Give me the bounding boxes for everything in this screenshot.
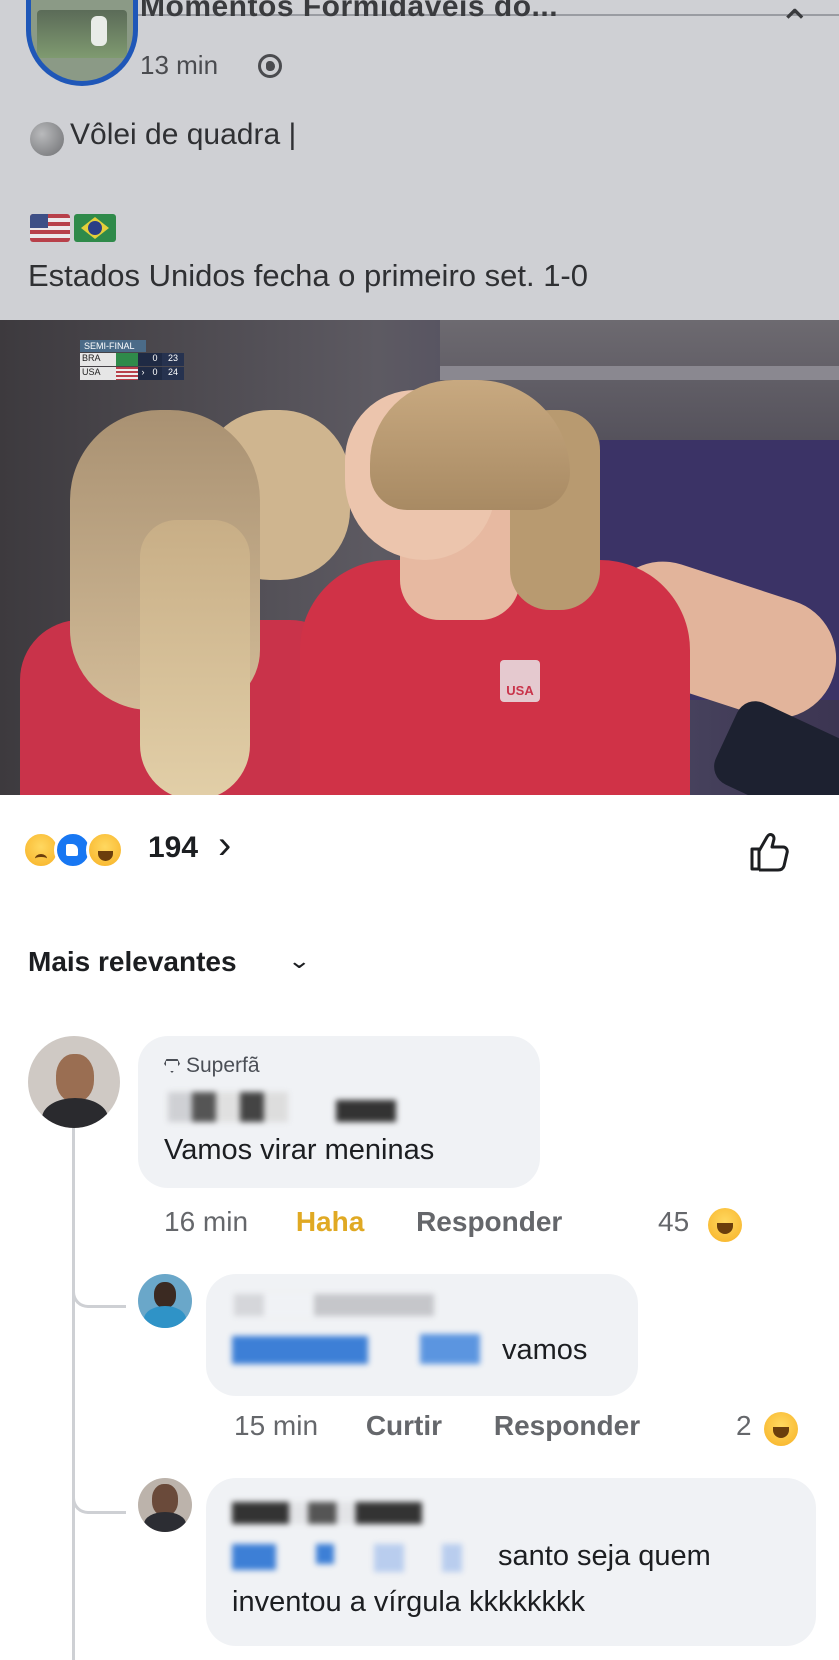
comment-actions: 16 min Haha Responder [164,1206,562,1238]
post-video[interactable]: USA SEMI-FINAL BRA 0 23 USA › 0 24 [0,320,839,795]
post-header: Momentos Formidáveis do... ⌃ 13 min Vôle… [0,0,839,320]
haha-reaction-button[interactable]: Haha [296,1206,364,1237]
comment-reaction-count[interactable]: 45 [658,1206,689,1238]
comment-text-line2: inventou a vírgula kkkkkkkk [232,1586,585,1618]
scoreboard-row: USA › 0 24 [80,367,184,380]
jersey-flag-patch: USA [500,660,540,702]
like-comment-button[interactable]: Curtir [366,1410,442,1441]
avatar[interactable] [28,1036,120,1128]
haha-icon [764,1412,798,1446]
avatar[interactable] [138,1478,192,1532]
brazil-flag-icon [116,353,138,366]
chevron-right-icon[interactable]: › [218,825,231,865]
reply-connector [72,1278,126,1308]
comment-time: 16 min [164,1206,249,1237]
post-text-line1: Vôlei de quadra | [70,118,297,151]
reactions-bar: 194 › [0,795,839,915]
page-avatar[interactable] [26,0,138,86]
close-icon[interactable]: ⌃ [778,5,812,45]
reply-button[interactable]: Responder [494,1410,640,1441]
comment-bubble[interactable]: santo seja quem inventou a vírgula kkkkk… [206,1478,816,1646]
comment-bubble[interactable]: Superfã Vamos virar meninas [138,1036,540,1188]
haha-icon [708,1208,742,1242]
diamond-icon [164,1059,180,1073]
blurred-name [234,1294,434,1316]
avatar[interactable] [138,1274,192,1328]
comment-actions: 15 min Curtir Responder [234,1410,640,1442]
chevron-down-icon[interactable]: ⌄ [287,948,311,974]
reaction-count[interactable]: 194 [148,831,198,865]
us-flag-icon [116,367,138,380]
post-text-line2: Estados Unidos fecha o primeiro set. 1-0 [28,258,588,293]
page-name[interactable]: Momentos Formidáveis do... [140,0,558,24]
volleyball-icon [30,122,64,156]
thread-line [72,1112,75,1660]
comment-text: vamos [502,1334,588,1366]
scoreboard: SEMI-FINAL BRA 0 23 USA › 0 24 [80,340,184,380]
blurred-name [232,1502,422,1524]
comment-text: Vamos virar meninas [164,1134,435,1166]
serve-indicator-icon: › [138,367,148,380]
superfan-badge: Superfã [164,1054,260,1078]
reaction-icons[interactable] [22,831,142,871]
us-flag-icon [30,214,70,242]
haha-icon [86,831,124,869]
comment-text-line1: santo seja quem [498,1540,711,1572]
blurred-name [168,1092,288,1122]
like-button[interactable] [746,829,790,873]
reply-button[interactable]: Responder [416,1206,562,1237]
reply-connector [72,1484,126,1514]
scoreboard-title: SEMI-FINAL [80,340,146,352]
comment-time: 15 min [234,1410,319,1441]
comment-bubble[interactable]: vamos [206,1274,638,1396]
globe-icon [258,54,282,78]
post-time: 13 min [140,50,219,80]
sort-dropdown[interactable]: Mais relevantes [28,946,237,978]
thumbs-up-icon [750,833,789,872]
scoreboard-row: BRA 0 23 [80,353,184,366]
brazil-flag-icon [74,214,116,242]
comment-reaction-count[interactable]: 2 [736,1410,752,1442]
